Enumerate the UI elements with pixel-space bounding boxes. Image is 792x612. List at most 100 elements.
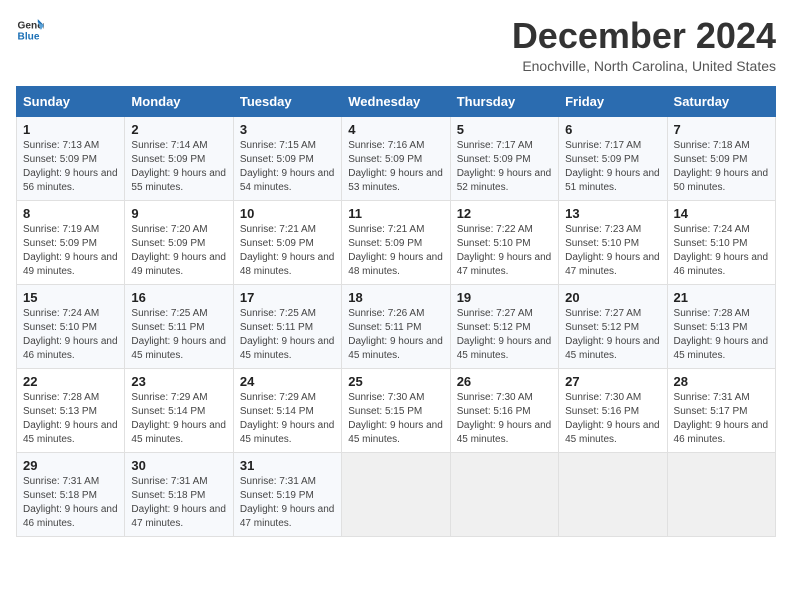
- calendar-cell: 25Sunrise: 7:30 AMSunset: 5:15 PMDayligh…: [342, 368, 450, 452]
- calendar-cell: 10Sunrise: 7:21 AMSunset: 5:09 PMDayligh…: [233, 200, 341, 284]
- day-number: 27: [565, 374, 660, 389]
- day-number: 30: [131, 458, 226, 473]
- calendar-cell: 1 Sunrise: 7:13 AMSunset: 5:09 PMDaylight…: [17, 116, 125, 200]
- day-info: Sunrise: 7:16 AMSunset: 5:09 PMDaylight:…: [348, 140, 443, 193]
- day-info: Sunrise: 7:30 AMSunset: 5:16 PMDaylight:…: [457, 392, 552, 445]
- calendar-cell: 7 Sunrise: 7:18 AMSunset: 5:09 PMDaylight…: [667, 116, 775, 200]
- day-header-wednesday: Wednesday: [342, 86, 450, 116]
- calendar-cell: 30 Sunrise: 7:31 AMSunset: 5:18 PMDayligh…: [125, 452, 233, 536]
- calendar-cell: 22Sunrise: 7:28 AMSunset: 5:13 PMDayligh…: [17, 368, 125, 452]
- week-row-2: 8Sunrise: 7:19 AMSunset: 5:09 PMDaylight…: [17, 200, 776, 284]
- calendar-cell: 8Sunrise: 7:19 AMSunset: 5:09 PMDaylight…: [17, 200, 125, 284]
- calendar-cell: 28 Sunrise: 7:31 AMSunset: 5:17 PMDayligh…: [667, 368, 775, 452]
- calendar-cell: [342, 452, 450, 536]
- day-number: 3: [240, 122, 335, 137]
- day-number: 23: [131, 374, 226, 389]
- day-number: 12: [457, 206, 552, 221]
- day-info: Sunrise: 7:21 AMSunset: 5:09 PMDaylight:…: [348, 224, 443, 277]
- day-number: 31: [240, 458, 335, 473]
- day-info: Sunrise: 7:31 AMSunset: 5:19 PMDaylight:…: [240, 476, 335, 529]
- week-row-4: 22Sunrise: 7:28 AMSunset: 5:13 PMDayligh…: [17, 368, 776, 452]
- day-header-saturday: Saturday: [667, 86, 775, 116]
- day-info: Sunrise: 7:29 AMSunset: 5:14 PMDaylight:…: [131, 392, 226, 445]
- day-number: 18: [348, 290, 443, 305]
- day-number: 15: [23, 290, 118, 305]
- calendar-cell: 16 Sunrise: 7:25 AMSunset: 5:11 PMDayligh…: [125, 284, 233, 368]
- calendar-cell: 13 Sunrise: 7:23 AMSunset: 5:10 PMDayligh…: [559, 200, 667, 284]
- logo-icon: General Blue: [16, 16, 44, 44]
- day-header-friday: Friday: [559, 86, 667, 116]
- calendar-cell: 4Sunrise: 7:16 AMSunset: 5:09 PMDaylight…: [342, 116, 450, 200]
- calendar-cell: 3 Sunrise: 7:15 AMSunset: 5:09 PMDaylight…: [233, 116, 341, 200]
- day-number: 6: [565, 122, 660, 137]
- day-info: Sunrise: 7:26 AMSunset: 5:11 PMDaylight:…: [348, 308, 443, 361]
- calendar-cell: 6 Sunrise: 7:17 AMSunset: 5:09 PMDaylight…: [559, 116, 667, 200]
- day-info: Sunrise: 7:30 AMSunset: 5:16 PMDaylight:…: [565, 392, 660, 445]
- day-info: Sunrise: 7:20 AMSunset: 5:09 PMDaylight:…: [131, 224, 226, 277]
- day-number: 21: [674, 290, 769, 305]
- day-header-sunday: Sunday: [17, 86, 125, 116]
- day-number: 8: [23, 206, 118, 221]
- header: General Blue December 2024 Enochville, N…: [16, 16, 776, 74]
- calendar-body: 1 Sunrise: 7:13 AMSunset: 5:09 PMDaylight…: [17, 116, 776, 536]
- svg-text:Blue: Blue: [18, 31, 40, 42]
- calendar-cell: 27 Sunrise: 7:30 AMSunset: 5:16 PMDayligh…: [559, 368, 667, 452]
- calendar-cell: 19Sunrise: 7:27 AMSunset: 5:12 PMDayligh…: [450, 284, 558, 368]
- day-number: 26: [457, 374, 552, 389]
- calendar-cell: 11 Sunrise: 7:21 AMSunset: 5:09 PMDayligh…: [342, 200, 450, 284]
- calendar-cell: 21 Sunrise: 7:28 AMSunset: 5:13 PMDayligh…: [667, 284, 775, 368]
- day-number: 28: [674, 374, 769, 389]
- day-info: Sunrise: 7:28 AMSunset: 5:13 PMDaylight:…: [674, 308, 769, 361]
- day-number: 22: [23, 374, 118, 389]
- day-number: 29: [23, 458, 118, 473]
- day-info: Sunrise: 7:25 AMSunset: 5:11 PMDaylight:…: [240, 308, 335, 361]
- calendar-subtitle: Enochville, North Carolina, United State…: [512, 58, 776, 74]
- day-info: Sunrise: 7:23 AMSunset: 5:10 PMDaylight:…: [565, 224, 660, 277]
- calendar-cell: [559, 452, 667, 536]
- day-header-tuesday: Tuesday: [233, 86, 341, 116]
- calendar-header-row: SundayMondayTuesdayWednesdayThursdayFrid…: [17, 86, 776, 116]
- calendar-table: SundayMondayTuesdayWednesdayThursdayFrid…: [16, 86, 776, 537]
- day-info: Sunrise: 7:15 AMSunset: 5:09 PMDaylight:…: [240, 140, 335, 193]
- day-number: 14: [674, 206, 769, 221]
- day-info: Sunrise: 7:31 AMSunset: 5:18 PMDaylight:…: [23, 476, 118, 529]
- day-info: Sunrise: 7:27 AMSunset: 5:12 PMDaylight:…: [457, 308, 552, 361]
- day-info: Sunrise: 7:17 AMSunset: 5:09 PMDaylight:…: [457, 140, 552, 193]
- day-info: Sunrise: 7:30 AMSunset: 5:15 PMDaylight:…: [348, 392, 443, 445]
- calendar-cell: 9Sunrise: 7:20 AMSunset: 5:09 PMDaylight…: [125, 200, 233, 284]
- calendar-cell: 5 Sunrise: 7:17 AMSunset: 5:09 PMDaylight…: [450, 116, 558, 200]
- calendar-cell: 12 Sunrise: 7:22 AMSunset: 5:10 PMDayligh…: [450, 200, 558, 284]
- day-info: Sunrise: 7:24 AMSunset: 5:10 PMDaylight:…: [23, 308, 118, 361]
- day-number: 13: [565, 206, 660, 221]
- day-number: 11: [348, 206, 443, 221]
- day-info: Sunrise: 7:14 AMSunset: 5:09 PMDaylight:…: [131, 140, 226, 193]
- calendar-cell: 31 Sunrise: 7:31 AMSunset: 5:19 PMDayligh…: [233, 452, 341, 536]
- day-info: Sunrise: 7:13 AMSunset: 5:09 PMDaylight:…: [23, 140, 118, 193]
- calendar-cell: [667, 452, 775, 536]
- day-info: Sunrise: 7:22 AMSunset: 5:10 PMDaylight:…: [457, 224, 552, 277]
- day-number: 16: [131, 290, 226, 305]
- title-area: December 2024 Enochville, North Carolina…: [512, 16, 776, 74]
- day-number: 10: [240, 206, 335, 221]
- calendar-cell: 26 Sunrise: 7:30 AMSunset: 5:16 PMDayligh…: [450, 368, 558, 452]
- day-number: 1: [23, 122, 118, 137]
- logo: General Blue: [16, 16, 44, 44]
- day-info: Sunrise: 7:24 AMSunset: 5:10 PMDaylight:…: [674, 224, 769, 277]
- day-number: 5: [457, 122, 552, 137]
- day-info: Sunrise: 7:31 AMSunset: 5:18 PMDaylight:…: [131, 476, 226, 529]
- calendar-cell: 14 Sunrise: 7:24 AMSunset: 5:10 PMDayligh…: [667, 200, 775, 284]
- day-number: 7: [674, 122, 769, 137]
- calendar-cell: [450, 452, 558, 536]
- day-info: Sunrise: 7:17 AMSunset: 5:09 PMDaylight:…: [565, 140, 660, 193]
- day-number: 2: [131, 122, 226, 137]
- calendar-cell: 20Sunrise: 7:27 AMSunset: 5:12 PMDayligh…: [559, 284, 667, 368]
- calendar-title: December 2024: [512, 16, 776, 56]
- day-info: Sunrise: 7:27 AMSunset: 5:12 PMDaylight:…: [565, 308, 660, 361]
- week-row-1: 1 Sunrise: 7:13 AMSunset: 5:09 PMDaylight…: [17, 116, 776, 200]
- day-info: Sunrise: 7:25 AMSunset: 5:11 PMDaylight:…: [131, 308, 226, 361]
- calendar-cell: 29 Sunrise: 7:31 AMSunset: 5:18 PMDayligh…: [17, 452, 125, 536]
- day-info: Sunrise: 7:18 AMSunset: 5:09 PMDaylight:…: [674, 140, 769, 193]
- calendar-cell: 15 Sunrise: 7:24 AMSunset: 5:10 PMDayligh…: [17, 284, 125, 368]
- calendar-cell: 23 Sunrise: 7:29 AMSunset: 5:14 PMDayligh…: [125, 368, 233, 452]
- day-info: Sunrise: 7:31 AMSunset: 5:17 PMDaylight:…: [674, 392, 769, 445]
